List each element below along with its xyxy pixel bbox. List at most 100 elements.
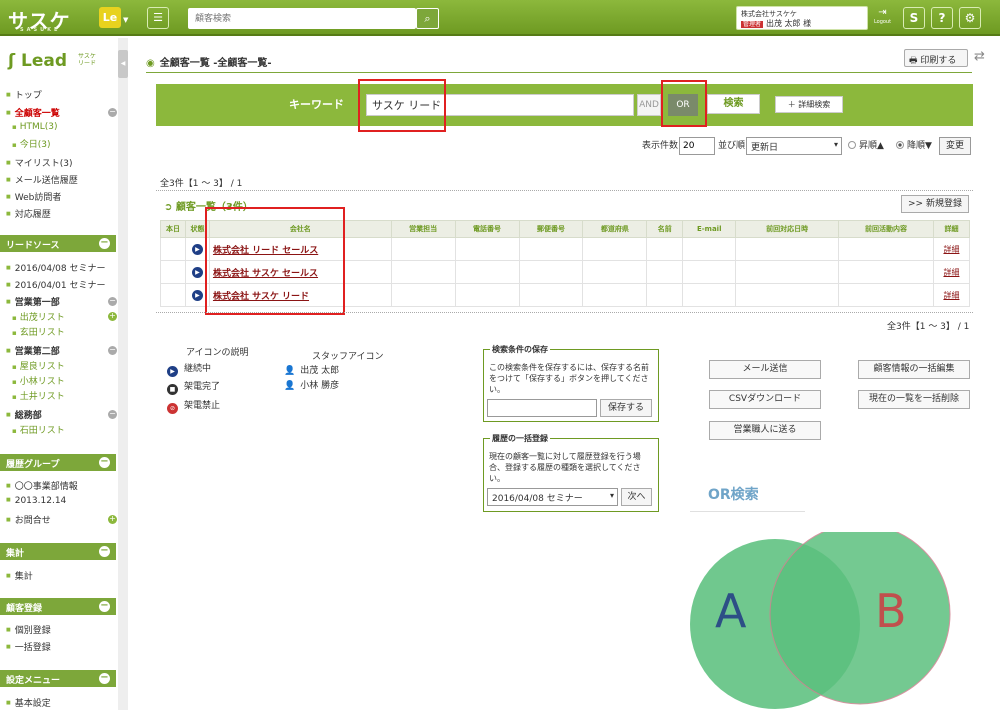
sort-select[interactable]: 更新日 xyxy=(746,137,842,155)
section-lead-source[interactable]: リードソース − xyxy=(0,235,116,252)
sidebar-item-aggregate[interactable]: 集計 xyxy=(6,569,33,582)
collapse-icon[interactable]: − xyxy=(108,410,117,419)
icon-legend-title: アイコンの説明 xyxy=(186,348,249,358)
sidebar-scrollbar[interactable] xyxy=(118,38,128,710)
add-icon[interactable]: + xyxy=(108,515,117,524)
logout-button[interactable]: ⇥ Logout xyxy=(872,6,893,30)
csv-download-button[interactable]: CSVダウンロード xyxy=(709,390,821,409)
sasuke-icon[interactable]: S xyxy=(903,7,925,29)
section-customer-register[interactable]: 顧客登録 − xyxy=(0,598,116,615)
sidebar-item-individual-register[interactable]: 個別登録 xyxy=(6,623,51,636)
column-header[interactable]: 名前 xyxy=(646,220,684,238)
sidebar-group-sales1[interactable]: 営業第一部 xyxy=(6,295,60,308)
column-header[interactable]: 都道府県 xyxy=(582,220,648,238)
bulk-delete-button[interactable]: 現在の一覧を一括削除 xyxy=(858,390,970,409)
and-button[interactable]: AND xyxy=(637,94,661,116)
status-continuing-icon[interactable]: ▶ xyxy=(191,289,203,301)
save-condition-title: 検索条件の保存 xyxy=(490,344,550,355)
print-button[interactable]: 🖶 印刷する xyxy=(904,49,968,67)
history-type-select[interactable]: 2016/04/08 セミナー xyxy=(487,488,618,506)
count-input[interactable] xyxy=(679,137,715,155)
detail-link[interactable]: 詳細 xyxy=(943,268,959,277)
help-icon[interactable]: ? xyxy=(931,7,953,29)
send-to-shokunin-button[interactable]: 営業職人に送る xyxy=(709,421,821,440)
sidebar-group-general[interactable]: 総務部 xyxy=(6,408,42,421)
collapse-icon[interactable]: − xyxy=(99,457,110,468)
bulk-edit-button[interactable]: 顧客情報の一括編集 xyxy=(858,360,970,379)
section-aggregate[interactable]: 集計 − xyxy=(0,543,116,560)
sidebar-item-list[interactable]: 屋良リスト xyxy=(12,359,65,372)
column-header[interactable]: 本日 xyxy=(160,220,186,238)
collapse-sidebar-icon[interactable]: ◀ xyxy=(118,50,128,78)
le-badge[interactable]: Le xyxy=(99,7,121,28)
no-call-icon: ⊘ xyxy=(167,403,178,414)
sidebar-item-all-customers[interactable]: 全顧客一覧 xyxy=(6,106,60,119)
asc-radio[interactable]: 昇順▲ xyxy=(848,138,884,151)
column-header[interactable]: 前回対応日時 xyxy=(735,220,840,238)
sidebar-item-today[interactable]: 今日(3) xyxy=(12,137,51,150)
sidebar-item-basic-settings[interactable]: 基本設定 xyxy=(6,696,51,709)
detail-link[interactable]: 詳細 xyxy=(943,245,959,254)
sidebar-item-mylist[interactable]: マイリスト(3) xyxy=(6,156,73,169)
sidebar-item-list[interactable]: 玄田リスト xyxy=(12,325,65,338)
status-continuing-icon[interactable]: ▶ xyxy=(191,266,203,278)
save-button[interactable]: 保存する xyxy=(600,399,652,417)
sidebar-item-inquiry[interactable]: お問合せ xyxy=(6,513,51,526)
sidebar-item-source[interactable]: 2016/04/01 セミナー xyxy=(6,278,106,291)
save-name-input[interactable] xyxy=(487,399,597,417)
column-header[interactable]: 営業担当 xyxy=(390,220,456,238)
sidebar-item-web-visitors[interactable]: Web訪問者 xyxy=(6,190,62,203)
add-icon[interactable]: + xyxy=(108,312,117,321)
column-header[interactable]: 電話番号 xyxy=(454,220,520,238)
new-register-button[interactable]: >> 新規登録 xyxy=(901,195,969,213)
customer-search-input[interactable] xyxy=(188,8,416,29)
collapse-icon[interactable]: − xyxy=(108,297,117,306)
radio-icon xyxy=(896,141,904,149)
advanced-search-button[interactable]: ＋ 詳細検索 xyxy=(775,96,843,113)
sidebar-item-response-history[interactable]: 対応履歴 xyxy=(6,207,51,220)
legend-item: ▶ 継続中 xyxy=(167,361,211,377)
app-logo[interactable]: サスケ SASUKE xyxy=(8,5,71,34)
change-button[interactable]: 変更 xyxy=(939,137,971,155)
sidebar-item-history[interactable]: 2013.12.14 xyxy=(6,496,67,506)
gear-icon[interactable]: ⚙ xyxy=(959,7,981,29)
desc-radio[interactable]: 降順▼ xyxy=(896,138,932,151)
next-button[interactable]: 次へ xyxy=(621,488,652,506)
collapse-icon[interactable]: − xyxy=(99,601,110,612)
sidebar-item-list[interactable]: 石田リスト xyxy=(12,423,65,436)
refresh-icon[interactable]: ⇄ xyxy=(974,49,985,64)
search-button[interactable]: 検索 xyxy=(707,94,760,114)
search-icon[interactable]: ⌕ xyxy=(416,8,439,29)
column-header[interactable]: 前回活動内容 xyxy=(838,220,934,238)
staff-item: 👤 出茂 太郎 xyxy=(284,366,340,376)
section-history-group[interactable]: 履歴グループ − xyxy=(0,454,116,471)
column-header[interactable]: E-mail xyxy=(682,220,737,238)
collapse-icon[interactable]: − xyxy=(108,108,117,117)
collapse-icon[interactable]: − xyxy=(108,346,117,355)
column-header[interactable]: 郵便番号 xyxy=(518,220,584,238)
sidebar-item-mail-history[interactable]: メール送信履歴 xyxy=(6,173,78,186)
collapse-icon[interactable]: − xyxy=(99,546,110,557)
sidebar-item-history[interactable]: 〇〇事業部情報 xyxy=(6,479,78,492)
chat-icon[interactable]: ☰ xyxy=(147,7,169,29)
sidebar-group-sales2[interactable]: 営業第二部 xyxy=(6,344,60,357)
send-mail-button[interactable]: メール送信 xyxy=(709,360,821,379)
detail-link[interactable]: 詳細 xyxy=(943,291,959,300)
lead-logo: ʃ Lead サスケ リード xyxy=(8,51,97,71)
sidebar-item-list[interactable]: 土井リスト xyxy=(12,389,65,402)
section-settings[interactable]: 設定メニュー − xyxy=(0,670,116,687)
sidebar-item-list[interactable]: 出茂リスト xyxy=(12,310,65,323)
status-continuing-icon[interactable]: ▶ xyxy=(191,243,203,255)
highlight-box xyxy=(358,79,446,132)
radio-icon xyxy=(848,141,856,149)
collapse-icon[interactable]: − xyxy=(99,238,110,249)
chevron-down-icon[interactable]: ▼ xyxy=(123,16,128,24)
sidebar-item-bulk-register[interactable]: 一括登録 xyxy=(6,640,51,653)
column-header[interactable]: 詳細 xyxy=(932,220,971,238)
sidebar-item-source[interactable]: 2016/04/08 セミナー xyxy=(6,261,106,274)
sidebar-item-list[interactable]: 小林リスト xyxy=(12,374,65,387)
sidebar-item-html[interactable]: HTML(3) xyxy=(12,122,58,132)
collapse-icon[interactable]: − xyxy=(99,673,110,684)
legend-item: ⊘ 架電禁止 xyxy=(167,398,220,414)
sidebar-item-top[interactable]: トップ xyxy=(6,88,42,101)
